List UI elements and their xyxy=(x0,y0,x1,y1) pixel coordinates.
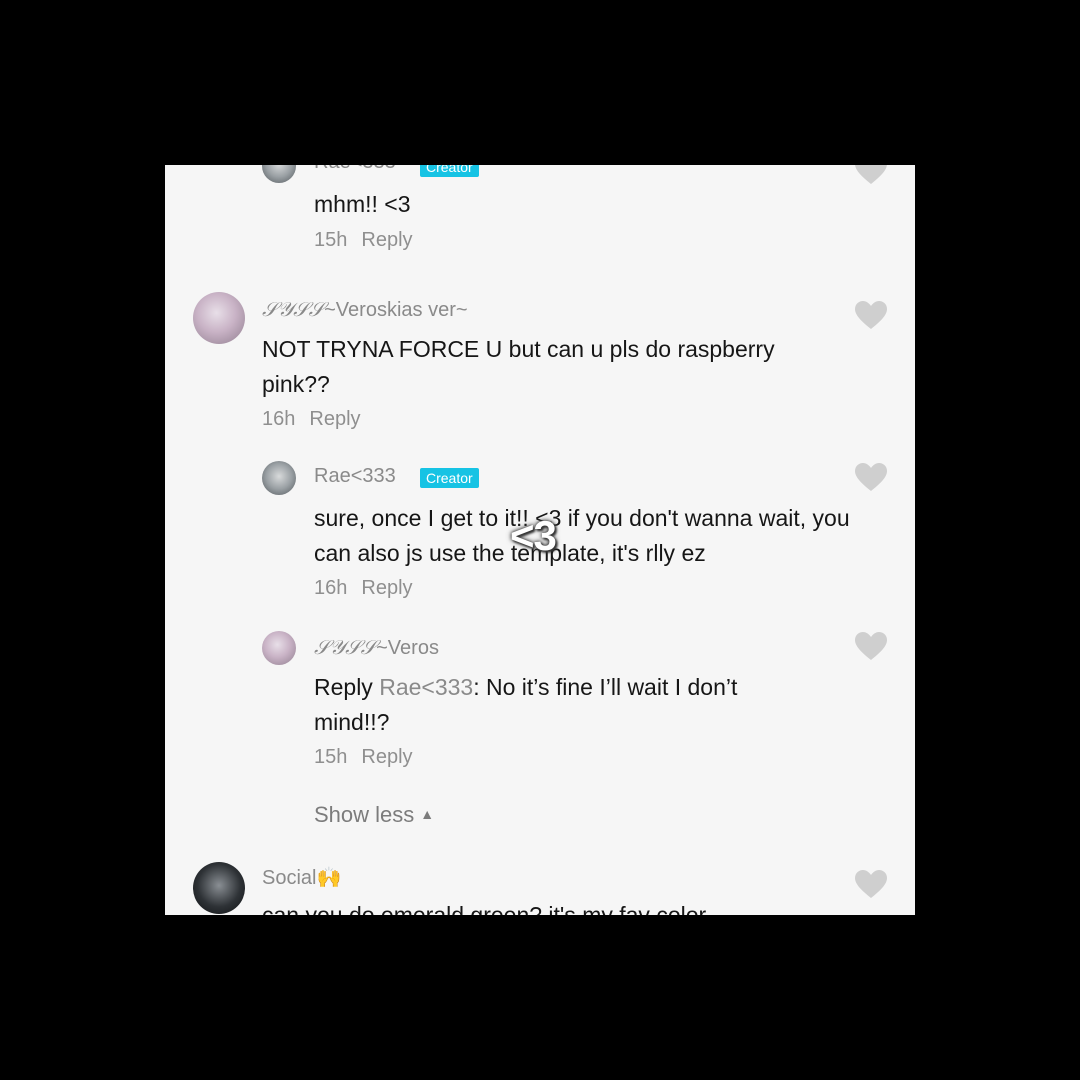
avatar[interactable] xyxy=(193,862,245,914)
avatar[interactable] xyxy=(262,461,296,495)
username-text: ~Veros xyxy=(376,637,439,659)
comment-username[interactable]: Social🙌 xyxy=(262,865,341,890)
reply-button[interactable]: Reply xyxy=(361,577,412,599)
comment-text: can you do emerald green? it's my fav co… xyxy=(262,902,707,915)
heart-icon[interactable] xyxy=(854,165,888,185)
comment-text: NOT TRYNA FORCE U but can u pls do raspb… xyxy=(262,336,775,397)
comment-meta: 15h Reply xyxy=(314,229,413,252)
heart-icon[interactable] xyxy=(854,869,888,899)
comment-time: 16h xyxy=(262,408,296,430)
overlay-sticker-text: <3 xyxy=(510,512,557,559)
comment-meta: 16h Reply xyxy=(314,577,413,600)
show-less-button[interactable]: Show less ▲ xyxy=(314,802,434,828)
creator-badge: Creator xyxy=(420,468,479,488)
avatar[interactable] xyxy=(262,165,296,183)
comment-username[interactable]: 𝒮𝒴𝒮𝒮~Veroskias ver~ xyxy=(262,297,468,322)
comment-text: sure, once I get to it!! <3 if you don't… xyxy=(314,505,850,566)
heart-icon[interactable] xyxy=(854,300,888,330)
mention-link[interactable]: Rae<333 xyxy=(379,674,473,700)
comment-username[interactable]: 𝒮𝒴𝒮𝒮~Veros xyxy=(314,635,439,660)
comment-text: mhm!! <3 xyxy=(314,191,411,217)
username-fancy: 𝒮𝒴𝒮𝒮 xyxy=(262,297,325,321)
comment-username[interactable]: Rae<333 xyxy=(314,165,396,174)
chevron-up-icon: ▲ xyxy=(420,806,435,822)
heart-icon[interactable] xyxy=(854,462,888,492)
comment-time: 15h xyxy=(314,229,348,251)
heart-icon[interactable] xyxy=(854,631,888,661)
comment-username[interactable]: Rae<333 xyxy=(314,465,396,488)
comment-time: 16h xyxy=(314,577,348,599)
creator-badge: Creator xyxy=(420,165,479,177)
reply-prefix: Reply xyxy=(314,674,380,700)
comment-meta: 16h Reply xyxy=(262,408,361,431)
comment-time: 15h xyxy=(314,746,348,768)
comment-text: Reply Rae<333: No it’s fine I’ll wait I … xyxy=(314,670,814,740)
reply-button[interactable]: Reply xyxy=(361,746,412,768)
show-less-label: Show less xyxy=(314,802,415,827)
avatar[interactable] xyxy=(262,631,296,665)
username-text: ~Veroskias ver~ xyxy=(324,299,468,321)
comment-meta: 15h Reply xyxy=(314,746,413,769)
reply-button[interactable]: Reply xyxy=(309,408,360,430)
reply-button[interactable]: Reply xyxy=(361,229,412,251)
avatar[interactable] xyxy=(193,292,245,344)
username-fancy: 𝒮𝒴𝒮𝒮 xyxy=(314,635,377,659)
